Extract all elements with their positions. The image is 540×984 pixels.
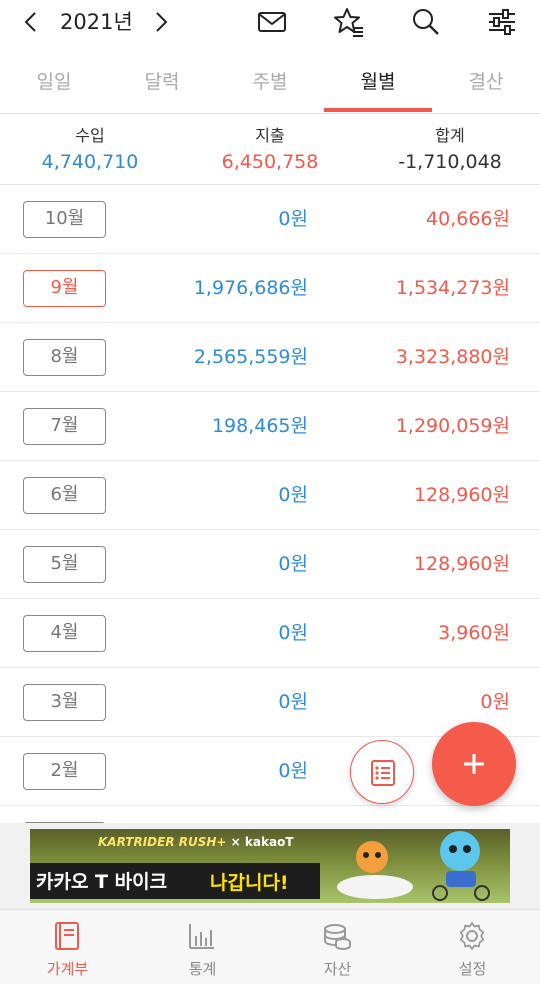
month-expense: 3,960원	[438, 622, 510, 644]
nav-settings-label: 설정	[458, 960, 487, 978]
month-income: 0원	[278, 760, 308, 782]
month-expense: 128,960원	[413, 484, 510, 506]
expense-summary: 지출 6,450,758	[180, 125, 360, 177]
list-icon	[371, 760, 395, 786]
tab-calendar[interactable]: 달력	[108, 58, 216, 114]
chevron-right-icon[interactable]	[148, 8, 174, 36]
total-summary: 합계 -1,710,048	[360, 125, 540, 177]
month-expense: 3,323,880원	[395, 346, 510, 368]
tab-weekly[interactable]: 주별	[216, 58, 324, 114]
month-button[interactable]: 5월	[23, 546, 106, 583]
search-icon[interactable]	[410, 6, 442, 38]
top-bar: 2021년	[0, 0, 540, 46]
list-item[interactable]: 9월 1,976,686원 1,534,273원	[0, 254, 540, 323]
active-tab-indicator	[324, 108, 432, 112]
star-list-icon[interactable]	[333, 6, 365, 38]
list-item-partial[interactable]	[0, 806, 540, 823]
tab-daily[interactable]: 일일	[0, 58, 108, 114]
list-item[interactable]: 4월 0원 3,960원	[0, 599, 540, 668]
month-expense: 1,534,273원	[395, 277, 510, 299]
list-item[interactable]: 8월 2,565,559원 3,323,880원	[0, 323, 540, 392]
month-expense: 128,960원	[413, 553, 510, 575]
nav-stats-label: 통계	[188, 960, 217, 978]
month-income: 0원	[278, 484, 308, 506]
book-icon	[55, 922, 79, 950]
year-label: 2021년	[60, 10, 133, 34]
ad-brand: KARTRIDER RUSH+ × kakaoT	[98, 835, 294, 849]
total-value: -1,710,048	[398, 151, 502, 173]
add-transaction-button[interactable]	[432, 722, 516, 806]
month-button[interactable]: 7월	[23, 408, 106, 445]
month-button[interactable]: 10월	[23, 201, 106, 238]
list-item[interactable]: 10월 0원 40,666원	[0, 185, 540, 254]
income-total: 4,740,710	[41, 151, 139, 173]
ad-area: KARTRIDER RUSH+ × kakaoT 카카오 T 바이크 나갑니다!	[0, 823, 540, 909]
ad-tagline: 나갑니다!	[210, 872, 289, 894]
gear-icon	[459, 922, 485, 950]
month-income: 0원	[278, 622, 308, 644]
month-expense: 1,290,059원	[395, 415, 510, 437]
month-income: 0원	[278, 208, 308, 230]
nav-stats[interactable]: 통계	[135, 910, 270, 984]
month-button[interactable]: 6월	[23, 477, 106, 514]
month-income: 0원	[278, 553, 308, 575]
month-button[interactable]: 4월	[23, 615, 106, 652]
expense-label: 지출	[255, 126, 285, 145]
sliders-icon[interactable]	[486, 6, 518, 38]
expense-total: 6,450,758	[221, 151, 319, 173]
ad-characters-illustration	[337, 831, 490, 901]
bottom-nav: 가계부 통계 자산 설정	[0, 909, 540, 984]
bar-chart-icon	[189, 924, 214, 949]
month-expense: 40,666원	[426, 208, 510, 230]
plus-icon	[464, 754, 484, 774]
total-label: 합계	[435, 126, 465, 145]
list-view-button[interactable]	[350, 740, 414, 804]
month-button[interactable]: 8월	[23, 339, 106, 376]
app-root: 2021년 일일 달력 주별 월별 결산 수입 4,740,710 지출 6,4…	[0, 0, 540, 984]
list-item[interactable]: 5월 0원 128,960원	[0, 530, 540, 599]
nav-ledger[interactable]: 가계부	[0, 910, 135, 984]
nav-settings[interactable]: 설정	[405, 910, 540, 984]
month-button-current[interactable]: 9월	[23, 270, 106, 307]
chevron-left-icon[interactable]	[18, 8, 44, 36]
tab-monthly[interactable]: 월별	[324, 58, 432, 114]
coins-icon	[324, 924, 351, 951]
nav-ledger-label: 가계부	[46, 960, 89, 978]
month-income: 198,465원	[211, 415, 308, 437]
month-income: 2,565,559원	[193, 346, 308, 368]
summary-bar: 수입 4,740,710 지출 6,450,758 합계 -1,710,048	[0, 115, 540, 185]
view-tabs: 일일 달력 주별 월별 결산	[0, 58, 540, 114]
month-income: 0원	[278, 691, 308, 713]
month-income: 1,976,686원	[193, 277, 308, 299]
ad-headline: 카카오 T 바이크	[36, 871, 168, 893]
list-item[interactable]: 7월 198,465원 1,290,059원	[0, 392, 540, 461]
month-button[interactable]: 3월	[23, 684, 106, 721]
nav-assets[interactable]: 자산	[270, 910, 405, 984]
tab-summary[interactable]: 결산	[432, 58, 540, 114]
month-button[interactable]: 2월	[23, 753, 106, 790]
income-label: 수입	[75, 126, 105, 145]
list-item[interactable]: 6월 0원 128,960원	[0, 461, 540, 530]
ad-banner[interactable]: KARTRIDER RUSH+ × kakaoT 카카오 T 바이크 나갑니다!	[30, 829, 510, 903]
income-summary: 수입 4,740,710	[0, 125, 180, 177]
nav-assets-label: 자산	[323, 960, 352, 978]
mail-icon[interactable]	[256, 6, 288, 38]
